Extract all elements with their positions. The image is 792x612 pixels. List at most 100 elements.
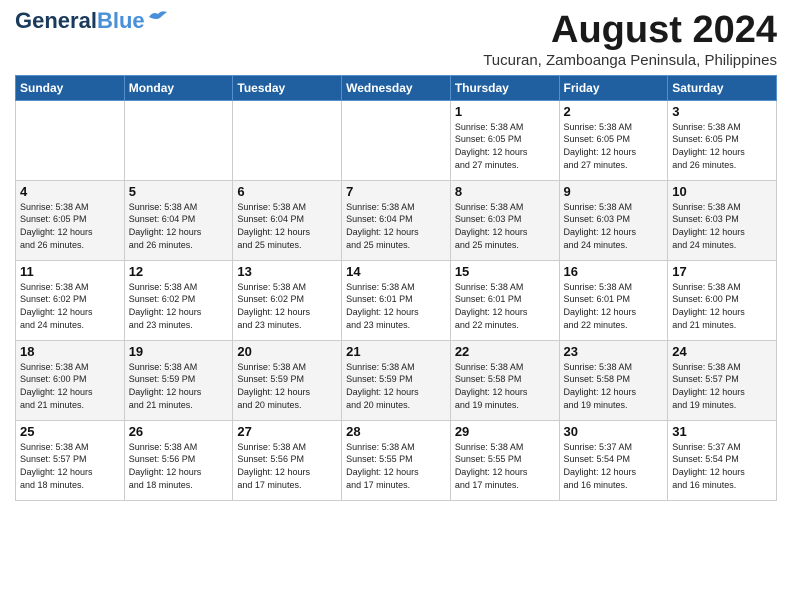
day-info: Sunrise: 5:38 AM Sunset: 6:05 PM Dayligh…: [672, 121, 772, 171]
calendar-cell: 3 Sunrise: 5:38 AM Sunset: 6:05 PM Daylig…: [668, 100, 777, 180]
calendar-cell: 17Sunrise: 5:38 AM Sunset: 6:00 PM Dayli…: [668, 260, 777, 340]
calendar-cell: 20Sunrise: 5:38 AM Sunset: 5:59 PM Dayli…: [233, 340, 342, 420]
day-info: Sunrise: 5:38 AM Sunset: 5:59 PM Dayligh…: [237, 361, 337, 411]
calendar-cell: 28 Sunrise: 5:38 AM Sunset: 5:55 PM Dayli…: [342, 420, 451, 500]
day-info: Sunrise: 5:38 AM Sunset: 6:02 PM Dayligh…: [129, 281, 229, 331]
day-number: 1: [455, 104, 555, 119]
calendar-cell: 26 Sunrise: 5:38 AM Sunset: 5:56 PM Dayli…: [124, 420, 233, 500]
day-number: 17: [672, 264, 772, 279]
day-number: 30: [564, 424, 664, 439]
day-number: 5: [129, 184, 229, 199]
weekday-header-sunday: Sunday: [16, 75, 125, 100]
calendar-cell: 15 Sunrise: 5:38 AM Sunset: 6:01 PM Dayli…: [450, 260, 559, 340]
calendar-cell: 6 Sunrise: 5:38 AM Sunset: 6:04 PM Daylig…: [233, 180, 342, 260]
weekday-header-wednesday: Wednesday: [342, 75, 451, 100]
calendar-week-row: 18 Sunrise: 5:38 AM Sunset: 6:00 PM Dayli…: [16, 340, 777, 420]
day-number: 10: [672, 184, 772, 199]
day-info: Sunrise: 5:38 AM Sunset: 6:02 PM Dayligh…: [237, 281, 337, 331]
weekday-header-friday: Friday: [559, 75, 668, 100]
calendar-week-row: 1 Sunrise: 5:38 AM Sunset: 6:05 PM Daylig…: [16, 100, 777, 180]
calendar-table: SundayMondayTuesdayWednesdayThursdayFrid…: [15, 75, 777, 501]
day-number: 2: [564, 104, 664, 119]
calendar-cell: 9Sunrise: 5:38 AM Sunset: 6:03 PM Daylig…: [559, 180, 668, 260]
day-info: Sunrise: 5:38 AM Sunset: 5:56 PM Dayligh…: [237, 441, 337, 491]
day-number: 23: [564, 344, 664, 359]
day-number: 8: [455, 184, 555, 199]
day-info: Sunrise: 5:38 AM Sunset: 6:05 PM Dayligh…: [20, 201, 120, 251]
calendar-cell: 2 Sunrise: 5:38 AM Sunset: 6:05 PM Daylig…: [559, 100, 668, 180]
day-info: Sunrise: 5:38 AM Sunset: 6:04 PM Dayligh…: [237, 201, 337, 251]
day-info: Sunrise: 5:38 AM Sunset: 5:58 PM Dayligh…: [564, 361, 664, 411]
day-number: 4: [20, 184, 120, 199]
calendar-cell: 25 Sunrise: 5:38 AM Sunset: 5:57 PM Dayli…: [16, 420, 125, 500]
day-info: Sunrise: 5:38 AM Sunset: 5:57 PM Dayligh…: [20, 441, 120, 491]
weekday-header-thursday: Thursday: [450, 75, 559, 100]
calendar-week-row: 4 Sunrise: 5:38 AM Sunset: 6:05 PM Daylig…: [16, 180, 777, 260]
day-number: 6: [237, 184, 337, 199]
day-number: 15: [455, 264, 555, 279]
calendar-cell: 7Sunrise: 5:38 AM Sunset: 6:04 PM Daylig…: [342, 180, 451, 260]
day-number: 22: [455, 344, 555, 359]
calendar-cell: 24Sunrise: 5:38 AM Sunset: 5:57 PM Dayli…: [668, 340, 777, 420]
weekday-header-monday: Monday: [124, 75, 233, 100]
logo-text: GeneralBlue: [15, 10, 145, 32]
day-number: 29: [455, 424, 555, 439]
day-number: 26: [129, 424, 229, 439]
calendar-cell: 16 Sunrise: 5:38 AM Sunset: 6:01 PM Dayli…: [559, 260, 668, 340]
calendar-week-row: 25 Sunrise: 5:38 AM Sunset: 5:57 PM Dayli…: [16, 420, 777, 500]
calendar-cell: 1Sunrise: 5:38 AM Sunset: 6:05 PM Daylig…: [450, 100, 559, 180]
calendar-cell: [124, 100, 233, 180]
day-number: 11: [20, 264, 120, 279]
calendar-cell: 4 Sunrise: 5:38 AM Sunset: 6:05 PM Daylig…: [16, 180, 125, 260]
calendar-cell: [16, 100, 125, 180]
day-info: Sunrise: 5:37 AM Sunset: 5:54 PM Dayligh…: [672, 441, 772, 491]
day-info: Sunrise: 5:38 AM Sunset: 6:04 PM Dayligh…: [346, 201, 446, 251]
calendar-cell: 19Sunrise: 5:38 AM Sunset: 5:59 PM Dayli…: [124, 340, 233, 420]
calendar-cell: 31Sunrise: 5:37 AM Sunset: 5:54 PM Dayli…: [668, 420, 777, 500]
calendar-cell: 13 Sunrise: 5:38 AM Sunset: 6:02 PM Dayli…: [233, 260, 342, 340]
day-info: Sunrise: 5:38 AM Sunset: 5:58 PM Dayligh…: [455, 361, 555, 411]
day-number: 3: [672, 104, 772, 119]
calendar-header: SundayMondayTuesdayWednesdayThursdayFrid…: [16, 75, 777, 100]
day-info: Sunrise: 5:38 AM Sunset: 5:55 PM Dayligh…: [455, 441, 555, 491]
day-number: 18: [20, 344, 120, 359]
calendar-cell: 12 Sunrise: 5:38 AM Sunset: 6:02 PM Dayli…: [124, 260, 233, 340]
day-number: 21: [346, 344, 446, 359]
day-info: Sunrise: 5:38 AM Sunset: 6:05 PM Dayligh…: [564, 121, 664, 171]
day-info: Sunrise: 5:38 AM Sunset: 5:55 PM Dayligh…: [346, 441, 446, 491]
day-info: Sunrise: 5:38 AM Sunset: 5:56 PM Dayligh…: [129, 441, 229, 491]
day-number: 27: [237, 424, 337, 439]
day-info: Sunrise: 5:38 AM Sunset: 6:03 PM Dayligh…: [455, 201, 555, 251]
day-info: Sunrise: 5:38 AM Sunset: 6:00 PM Dayligh…: [20, 361, 120, 411]
weekday-header-saturday: Saturday: [668, 75, 777, 100]
day-info: Sunrise: 5:38 AM Sunset: 6:01 PM Dayligh…: [346, 281, 446, 331]
day-number: 28: [346, 424, 446, 439]
day-number: 16: [564, 264, 664, 279]
logo: GeneralBlue: [15, 10, 169, 32]
calendar-cell: 27 Sunrise: 5:38 AM Sunset: 5:56 PM Dayli…: [233, 420, 342, 500]
calendar-cell: 11 Sunrise: 5:38 AM Sunset: 6:02 PM Dayli…: [16, 260, 125, 340]
calendar-week-row: 11 Sunrise: 5:38 AM Sunset: 6:02 PM Dayli…: [16, 260, 777, 340]
day-info: Sunrise: 5:38 AM Sunset: 6:01 PM Dayligh…: [455, 281, 555, 331]
calendar-cell: [233, 100, 342, 180]
day-number: 12: [129, 264, 229, 279]
calendar-cell: 21Sunrise: 5:38 AM Sunset: 5:59 PM Dayli…: [342, 340, 451, 420]
calendar-cell: 14 Sunrise: 5:38 AM Sunset: 6:01 PM Dayli…: [342, 260, 451, 340]
calendar-cell: 18 Sunrise: 5:38 AM Sunset: 6:00 PM Dayli…: [16, 340, 125, 420]
calendar-cell: [342, 100, 451, 180]
day-info: Sunrise: 5:38 AM Sunset: 6:04 PM Dayligh…: [129, 201, 229, 251]
calendar-cell: 30 Sunrise: 5:37 AM Sunset: 5:54 PM Dayli…: [559, 420, 668, 500]
calendar-cell: 5 Sunrise: 5:38 AM Sunset: 6:04 PM Daylig…: [124, 180, 233, 260]
day-info: Sunrise: 5:38 AM Sunset: 6:01 PM Dayligh…: [564, 281, 664, 331]
day-number: 25: [20, 424, 120, 439]
day-info: Sunrise: 5:37 AM Sunset: 5:54 PM Dayligh…: [564, 441, 664, 491]
weekday-header-row: SundayMondayTuesdayWednesdayThursdayFrid…: [16, 75, 777, 100]
calendar-cell: 23 Sunrise: 5:38 AM Sunset: 5:58 PM Dayli…: [559, 340, 668, 420]
day-number: 13: [237, 264, 337, 279]
weekday-header-tuesday: Tuesday: [233, 75, 342, 100]
day-info: Sunrise: 5:38 AM Sunset: 6:02 PM Dayligh…: [20, 281, 120, 331]
day-number: 24: [672, 344, 772, 359]
day-number: 14: [346, 264, 446, 279]
logo-bird-icon: [147, 9, 169, 25]
day-number: 9: [564, 184, 664, 199]
